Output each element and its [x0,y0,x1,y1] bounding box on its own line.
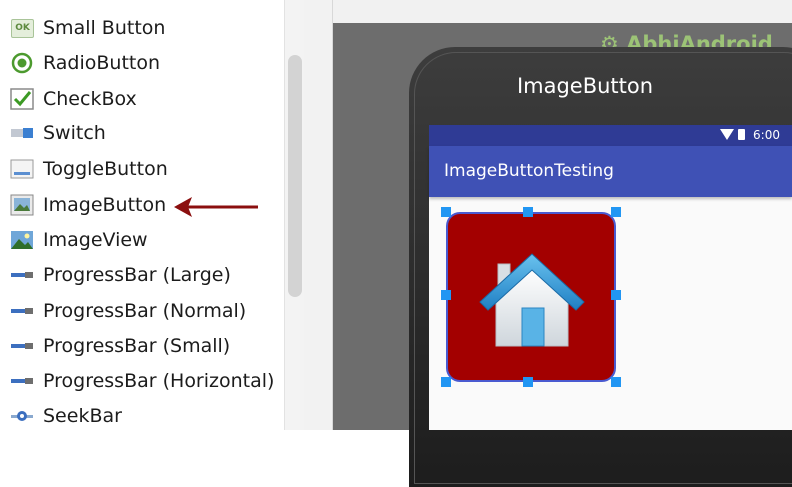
device-title: ImageButton [516,74,654,98]
palette-item-progressbar-large[interactable]: ProgressBar (Large) [10,260,231,290]
palette-item-label: ImageButton [43,194,167,216]
palette-item-checkbox[interactable]: CheckBox [10,84,137,114]
palette-item-togglebutton[interactable]: ToggleButton [10,154,168,184]
selection-handle[interactable] [523,377,533,387]
wifi-icon [720,129,734,140]
home-icon [479,253,585,347]
status-bar: 6:00 [429,125,792,146]
palette-item-label: ProgressBar (Horizontal) [43,370,275,392]
palette-item-label: ToggleButton [43,158,168,180]
progressbar-icon [10,335,34,357]
widget-palette: OK Small Button RadioButton CheckBox Swi… [0,0,282,430]
red-arrow-icon [174,197,258,217]
palette-item-seekbar[interactable]: SeekBar [10,401,122,431]
progressbar-icon [10,370,34,392]
palette-item-label: RadioButton [43,52,161,74]
app-bar: ImageButtonTesting [429,146,792,197]
palette-item-label: SeekBar [43,405,122,427]
app-title: ImageButtonTesting [444,161,614,181]
image-button-widget[interactable] [446,212,616,382]
selection-handle[interactable] [441,207,451,217]
selection-handle[interactable] [441,377,451,387]
switch-icon [10,122,34,144]
selection-handle[interactable] [523,207,533,217]
status-time: 6:00 [753,128,780,142]
palette-item-imageview[interactable]: ImageView [10,225,148,255]
selection-handle[interactable] [611,377,621,387]
palette-item-progressbar-small[interactable]: ProgressBar (Small) [10,331,230,361]
palette-item-label: Small Button [43,17,166,39]
palette-item-label: Switch [43,122,106,144]
image-view-icon [10,229,34,251]
selection-handle[interactable] [611,207,621,217]
palette-item-progressbar-horizontal[interactable]: ProgressBar (Horizontal) [10,366,274,396]
palette-scrollbar[interactable] [284,0,305,430]
selection-handle[interactable] [611,290,621,300]
palette-item-radiobutton[interactable]: RadioButton [10,48,160,78]
palette-item-label: CheckBox [43,88,137,110]
palette-item-switch[interactable]: Switch [10,118,106,148]
designer-ruler [304,0,333,430]
progressbar-icon [10,300,34,322]
palette-item-label: ProgressBar (Normal) [43,300,247,322]
palette-item-imagebutton[interactable]: ImageButton [10,190,166,220]
palette-item-label: ProgressBar (Large) [43,264,231,286]
toggle-button-icon [10,158,34,180]
palette-item-small-button[interactable]: OK Small Button [10,13,165,43]
selection-handle[interactable] [441,290,451,300]
radio-button-icon [10,52,34,74]
ok-button-icon: OK [10,17,34,39]
checkbox-icon [10,88,34,110]
progressbar-icon [10,264,34,286]
seekbar-icon [10,405,34,427]
scrollbar-thumb[interactable] [288,55,302,297]
palette-item-label: ProgressBar (Small) [43,335,231,357]
battery-icon [738,129,745,140]
palette-item-label: ImageView [43,229,148,251]
image-button-icon [10,194,34,216]
palette-item-progressbar-normal[interactable]: ProgressBar (Normal) [10,296,246,326]
designer-top-strip [304,0,792,23]
